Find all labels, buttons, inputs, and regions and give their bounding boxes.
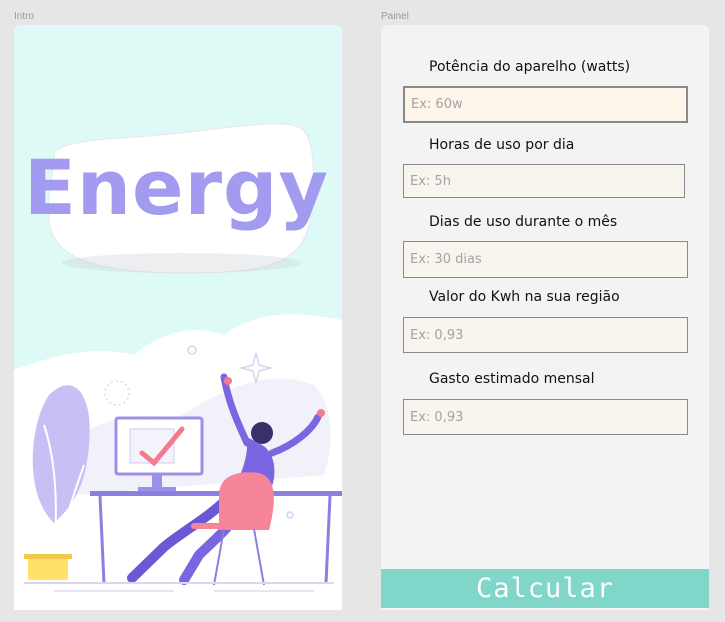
calculator-panel: Potência do aparelho (watts) Horas de us… — [381, 25, 709, 610]
plant-pot — [28, 556, 68, 580]
valor-kwh-label: Valor do Kwh na sua região — [429, 289, 620, 305]
potencia-label: Potência do aparelho (watts) — [429, 59, 631, 75]
gasto-label: Gasto estimado mensal — [429, 371, 595, 387]
intro-screen: Energy — [14, 25, 342, 610]
panel-frame-label: Painel — [381, 11, 409, 22]
horas-input[interactable] — [403, 164, 685, 198]
dias-label: Dias de uso durante o mês — [429, 214, 618, 230]
potencia-input[interactable] — [403, 86, 688, 123]
valor-kwh-input[interactable] — [403, 317, 688, 353]
intro-illustration — [14, 123, 342, 610]
calculate-button[interactable]: Calcular — [381, 569, 709, 608]
intro-frame-label: Intro — [14, 11, 35, 22]
horas-label: Horas de uso por dia — [429, 137, 575, 153]
energy-logo: Energy — [24, 143, 329, 232]
dias-input[interactable] — [403, 241, 688, 278]
gasto-input[interactable] — [403, 399, 688, 435]
chair — [219, 472, 274, 530]
desk-top — [90, 491, 342, 496]
person-head — [251, 422, 273, 444]
